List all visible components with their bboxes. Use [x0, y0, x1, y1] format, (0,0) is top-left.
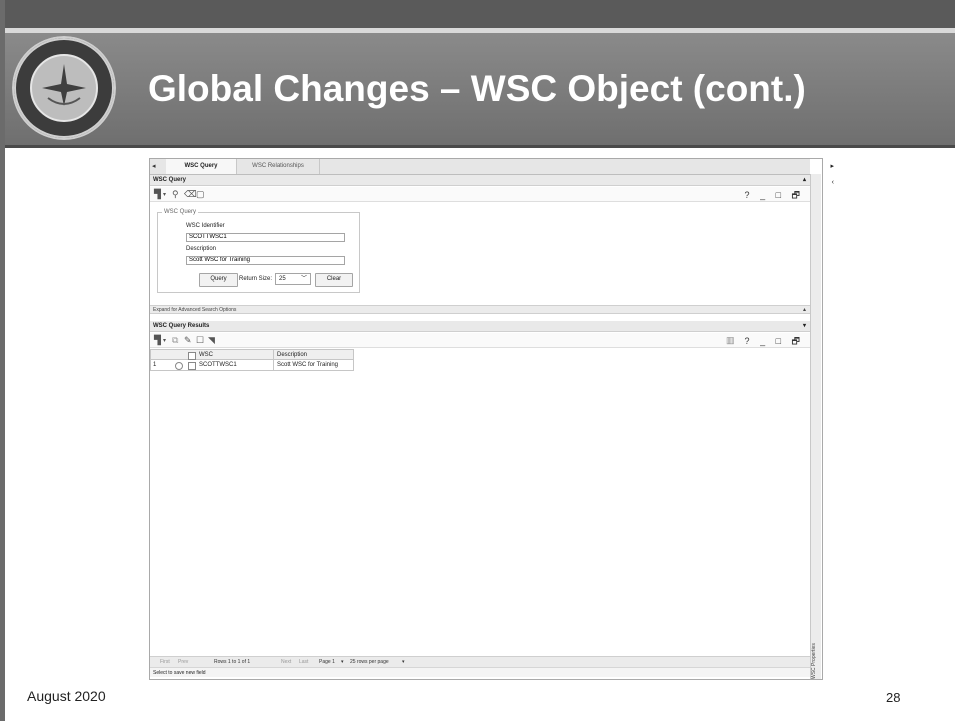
footer-date: August 2020	[27, 688, 106, 704]
select-all-checkbox[interactable]	[188, 352, 196, 360]
tab-wsc-relationships[interactable]: WSC Relationships	[237, 159, 320, 174]
column-divider	[273, 350, 274, 360]
properties-side-panel[interactable]	[810, 174, 821, 679]
pager-last-link[interactable]: Last	[299, 657, 308, 667]
results-toolbar: ▜ ▾ ⧉ ✎ ☐ ◥ ▥ ? _ □ 🗗	[150, 333, 810, 348]
query-window-controls: ? _ □ 🗗	[745, 188, 804, 204]
new-doc-icon[interactable]: ▜	[154, 189, 161, 200]
copy-record-icon[interactable]: ⧉	[172, 335, 178, 346]
row-wsc: SCOTTWSC1	[199, 362, 237, 368]
status-bar: Select to save new field	[150, 667, 810, 677]
grid-header-row: WSC Description	[150, 349, 354, 360]
results-window-controls: ? _ □ 🗗	[745, 334, 804, 350]
query-section-title: WSC Query	[153, 177, 187, 183]
restore-icon[interactable]: 🗗	[792, 190, 804, 200]
advanced-search-label: Expand for Advanced Search Options	[153, 307, 237, 313]
document-icon[interactable]: ☐	[196, 335, 204, 346]
restore-icon[interactable]: 🗗	[792, 336, 804, 346]
return-size-label: Return Size:	[239, 276, 273, 282]
tab-wsc-query[interactable]: WSC Query	[166, 159, 237, 174]
wsc-identifier-input[interactable]	[186, 233, 345, 242]
eraser-icon[interactable]: ⌫	[184, 189, 197, 200]
side-panel-label-wrap: WSC Properties	[810, 621, 820, 681]
tab-scroll-right-icon[interactable]: ▸	[830, 162, 834, 170]
advanced-search-bar[interactable]: Expand for Advanced Search Options ▴	[150, 305, 810, 314]
results-section-title: WSC Query Results	[153, 323, 210, 329]
pager-per-page-select[interactable]: 25 rows per page	[350, 657, 389, 667]
help-icon[interactable]: ?	[745, 190, 754, 200]
seal-icon	[14, 38, 114, 138]
return-size-select[interactable]: 25 ﹀	[275, 273, 311, 285]
clear-button[interactable]: Clear	[315, 273, 353, 287]
app-window: ◂ WSC Query WSC Relationships ▸ ‹ WSC Pr…	[149, 158, 834, 681]
results-section-header: WSC Query Results ▾	[150, 321, 810, 332]
collapse-down-icon[interactable]: ▾	[803, 321, 806, 332]
minimize-icon[interactable]: _	[760, 336, 769, 346]
wsc-query-group: WSC Query WSC Identifier Description Que…	[157, 209, 360, 293]
tab-strip: ◂ WSC Query WSC Relationships	[150, 159, 810, 175]
pager-prev-link[interactable]: Prev	[178, 657, 188, 667]
query-section-header: WSC Query ▴	[150, 175, 810, 186]
wsc-identifier-label: WSC Identifier	[186, 223, 225, 229]
slide-title: Global Changes – WSC Object (cont.)	[148, 68, 806, 109]
row-radio[interactable]	[175, 362, 183, 370]
side-panel-label: WSC Properties	[811, 643, 817, 679]
description-input[interactable]	[186, 256, 345, 265]
pager-page-select[interactable]: Page 1	[319, 657, 335, 667]
jedmics-seal-logo	[12, 36, 116, 140]
new-record-icon[interactable]: ▜	[154, 335, 161, 346]
help-icon[interactable]: ?	[745, 336, 754, 346]
column-header-description[interactable]: Description	[277, 350, 307, 360]
row-index: 1	[153, 362, 157, 368]
chevron-down-icon[interactable]: ▾	[341, 657, 344, 667]
query-button[interactable]: Query	[199, 273, 238, 287]
table-row[interactable]: 1 SCOTTWSC1 Scott WSC for Training	[150, 360, 354, 371]
column-header-wsc[interactable]: WSC	[199, 350, 213, 360]
pager-bar: First Prev Rows 1 to 1 of 1 Next Last Pa…	[150, 656, 810, 667]
status-message: Select to save new field	[153, 670, 206, 676]
slide: Global Changes – WSC Object (cont.) ◂ WS…	[0, 0, 955, 721]
column-divider	[273, 360, 274, 370]
row-description: Scott WSC for Training	[277, 362, 339, 368]
query-toolbar: ▜ ▾ ⚲ ⌫ ▢ ? _ □ 🗗	[150, 187, 810, 202]
return-size-value: 25	[279, 276, 286, 282]
pager-first-link[interactable]: First	[160, 657, 170, 667]
collapse-up-icon[interactable]: ▴	[803, 175, 806, 186]
panel-collapse-icon[interactable]: ‹	[832, 179, 834, 186]
edit-icon[interactable]: ✎	[184, 335, 192, 346]
top-band	[0, 0, 955, 28]
description-label: Description	[186, 246, 217, 252]
page-number: 28	[886, 690, 901, 705]
dropdown-caret-icon[interactable]: ▾	[163, 191, 166, 198]
maximize-icon[interactable]: □	[776, 336, 785, 346]
copy-icon[interactable]: ▢	[196, 189, 205, 200]
minimize-icon[interactable]: _	[760, 190, 769, 200]
flag-icon[interactable]: ◥	[208, 335, 215, 346]
tab-scroll-left-icon[interactable]: ◂	[152, 162, 156, 170]
dropdown-caret-icon[interactable]: ▾	[163, 337, 166, 344]
pager-rows-info: Rows 1 to 1 of 1	[214, 659, 251, 665]
search-icon[interactable]: ⚲	[172, 189, 179, 200]
pager-next-link[interactable]: Next	[281, 657, 291, 667]
columns-icon[interactable]: ▥	[726, 335, 735, 346]
row-checkbox[interactable]	[188, 362, 196, 370]
chevron-down-icon[interactable]: ▾	[402, 657, 405, 667]
chevron-down-icon: ﹀	[300, 276, 307, 282]
query-group-legend: WSC Query	[162, 209, 199, 215]
maximize-icon[interactable]: □	[776, 190, 785, 200]
expand-up-icon[interactable]: ▴	[803, 306, 806, 315]
